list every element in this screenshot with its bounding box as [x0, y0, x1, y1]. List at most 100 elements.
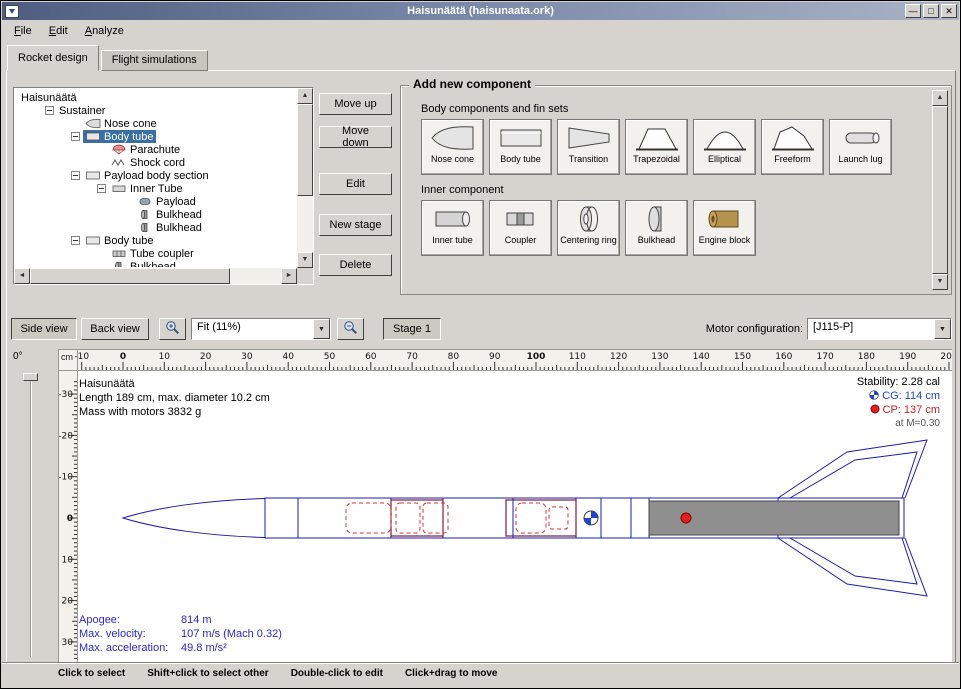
- parachute-icon: [111, 144, 127, 155]
- trapezoidal-button[interactable]: Trapezoidal: [625, 119, 688, 175]
- tree-item[interactable]: Bulkhead: [15, 221, 296, 234]
- tree-view[interactable]: HaisunäätäSustainerNose coneBody tubePar…: [15, 89, 296, 267]
- component-button-label: Trapezoidal: [633, 155, 680, 164]
- transition-button[interactable]: Transition: [557, 119, 620, 175]
- rotation-slider-track[interactable]: [30, 373, 32, 657]
- back-view-button[interactable]: Back view: [81, 318, 149, 340]
- nose-cone-button[interactable]: Nose cone: [421, 119, 484, 175]
- tree-item[interactable]: Sustainer: [15, 104, 296, 117]
- zoom-level-value: Fit (11%): [192, 319, 313, 339]
- move-down-button[interactable]: Move down: [319, 126, 392, 148]
- stability-info: Stability: 2.28 cal CG: 114 cm CP: 137 c…: [857, 375, 940, 431]
- tree-item[interactable]: Payload: [15, 195, 296, 208]
- maximize-button[interactable]: □: [923, 4, 939, 18]
- svg-text:190: 190: [899, 352, 916, 362]
- tree-item[interactable]: Inner Tube: [15, 182, 296, 195]
- svg-text:90: 90: [489, 352, 501, 362]
- close-button[interactable]: ✕: [941, 4, 957, 18]
- transition-icon: [566, 123, 612, 153]
- expander-icon[interactable]: [97, 184, 106, 193]
- chevron-down-icon[interactable]: [313, 319, 330, 339]
- component-button-label: Transition: [569, 155, 608, 164]
- scroll-down-icon[interactable]: [932, 274, 948, 290]
- edit-button[interactable]: Edit: [319, 173, 392, 195]
- tab-flight-simulations[interactable]: Flight simulations: [101, 50, 208, 71]
- svg-text:150: 150: [734, 352, 751, 362]
- tree-item[interactable]: Body tube: [15, 130, 296, 143]
- expander-icon[interactable]: [71, 236, 80, 245]
- svg-text:180: 180: [858, 352, 875, 362]
- payload-section-shape[interactable]: [391, 500, 443, 536]
- zoom-out-button[interactable]: [337, 318, 364, 340]
- scrollbar-thumb[interactable]: [932, 106, 948, 274]
- motor-configuration-select[interactable]: [J115-P]: [807, 318, 952, 340]
- coupler-button[interactable]: Coupler: [489, 200, 552, 256]
- tree-item[interactable]: Nose cone: [15, 117, 296, 130]
- expander-icon[interactable]: [71, 132, 80, 141]
- parachute-shape[interactable]: [346, 503, 391, 533]
- cg-line: CG: 114 cm: [857, 389, 940, 403]
- titlebar: Haisunäätä (haisunaata.ork) —□✕: [2, 2, 959, 20]
- tree-horizontal-scrollbar[interactable]: [14, 268, 297, 284]
- nose-cone-shape[interactable]: [123, 499, 265, 538]
- component-vertical-scrollbar[interactable]: [932, 90, 948, 290]
- rotation-value: 0°: [13, 351, 23, 362]
- app-icon[interactable]: [5, 5, 19, 18]
- delete-button[interactable]: Delete: [319, 254, 392, 276]
- tree-item-label: Payload body section: [104, 170, 209, 182]
- move-up-button[interactable]: Move up: [319, 93, 392, 115]
- tree-item[interactable]: Bulkhead: [15, 208, 296, 221]
- tab-rocket-design[interactable]: Rocket design: [7, 45, 99, 71]
- inner-tube-button[interactable]: Inner tube: [421, 200, 484, 256]
- scrollbar-thumb[interactable]: [297, 104, 313, 196]
- svg-text:50: 50: [324, 352, 336, 362]
- max-acceleration-label: Max. acceleration:: [79, 641, 181, 655]
- zoom-in-button[interactable]: [159, 318, 186, 340]
- stage-1-toggle[interactable]: Stage 1: [383, 318, 441, 340]
- tree-item[interactable]: Body tube: [15, 234, 296, 247]
- bulkhead-icon: [111, 261, 127, 267]
- menu-file[interactable]: File: [14, 25, 32, 37]
- body-tube-button[interactable]: Body tube: [489, 119, 552, 175]
- component-button-row: Inner tubeCouplerCentering ringBulkheadE…: [421, 200, 927, 256]
- elliptical-button[interactable]: Elliptical: [693, 119, 756, 175]
- tree-item[interactable]: Haisunäätä: [15, 91, 296, 104]
- new-stage-button[interactable]: New stage: [319, 214, 392, 236]
- tree-item[interactable]: Tube coupler: [15, 247, 296, 260]
- centering-ring-icon: [566, 204, 612, 234]
- rocket-drawing[interactable]: [123, 440, 927, 596]
- coupler-icon: [498, 204, 544, 234]
- freeform-button[interactable]: Freeform: [761, 119, 824, 175]
- tree-item[interactable]: Payload body section: [15, 169, 296, 182]
- expander-icon[interactable]: [45, 106, 54, 115]
- menu-analyze[interactable]: Analyze: [85, 25, 124, 37]
- svg-text:30: 30: [62, 638, 74, 648]
- scroll-down-icon[interactable]: [297, 252, 313, 268]
- engine-block-button[interactable]: Engine block: [693, 200, 756, 256]
- scroll-up-icon[interactable]: [932, 90, 948, 106]
- scroll-left-icon[interactable]: [14, 268, 30, 284]
- bulkhead-button[interactable]: Bulkhead: [625, 200, 688, 256]
- zoom-level-select[interactable]: Fit (11%): [191, 318, 331, 340]
- coupler-section-shape[interactable]: [506, 500, 576, 536]
- svg-text:20: 20: [200, 352, 212, 362]
- bulkhead-icon: [634, 204, 680, 234]
- centering-ring-button[interactable]: Centering ring: [557, 200, 620, 256]
- tree-vertical-scrollbar[interactable]: [297, 88, 313, 268]
- menu-edit[interactable]: Edit: [49, 25, 68, 37]
- tree-item[interactable]: Shock cord: [15, 156, 296, 169]
- scroll-right-icon[interactable]: [281, 268, 297, 284]
- minimize-button[interactable]: —: [905, 4, 921, 18]
- rotation-slider-handle[interactable]: [23, 373, 38, 381]
- chevron-down-icon[interactable]: [934, 319, 951, 339]
- expander-icon[interactable]: [71, 171, 80, 180]
- scrollbar-thumb[interactable]: [30, 268, 230, 284]
- max-velocity-label: Max. velocity:: [79, 627, 181, 641]
- scroll-up-icon[interactable]: [297, 88, 313, 104]
- tree-item[interactable]: Parachute: [15, 143, 296, 156]
- launch-lug-button[interactable]: Launch lug: [829, 119, 892, 175]
- cp-line: CP: 137 cm: [857, 403, 940, 417]
- rocket-dimensions: Length 189 cm, max. diameter 10.2 cm: [79, 391, 270, 405]
- tree-item[interactable]: Bulkhead: [15, 260, 296, 267]
- side-view-button[interactable]: Side view: [11, 318, 77, 340]
